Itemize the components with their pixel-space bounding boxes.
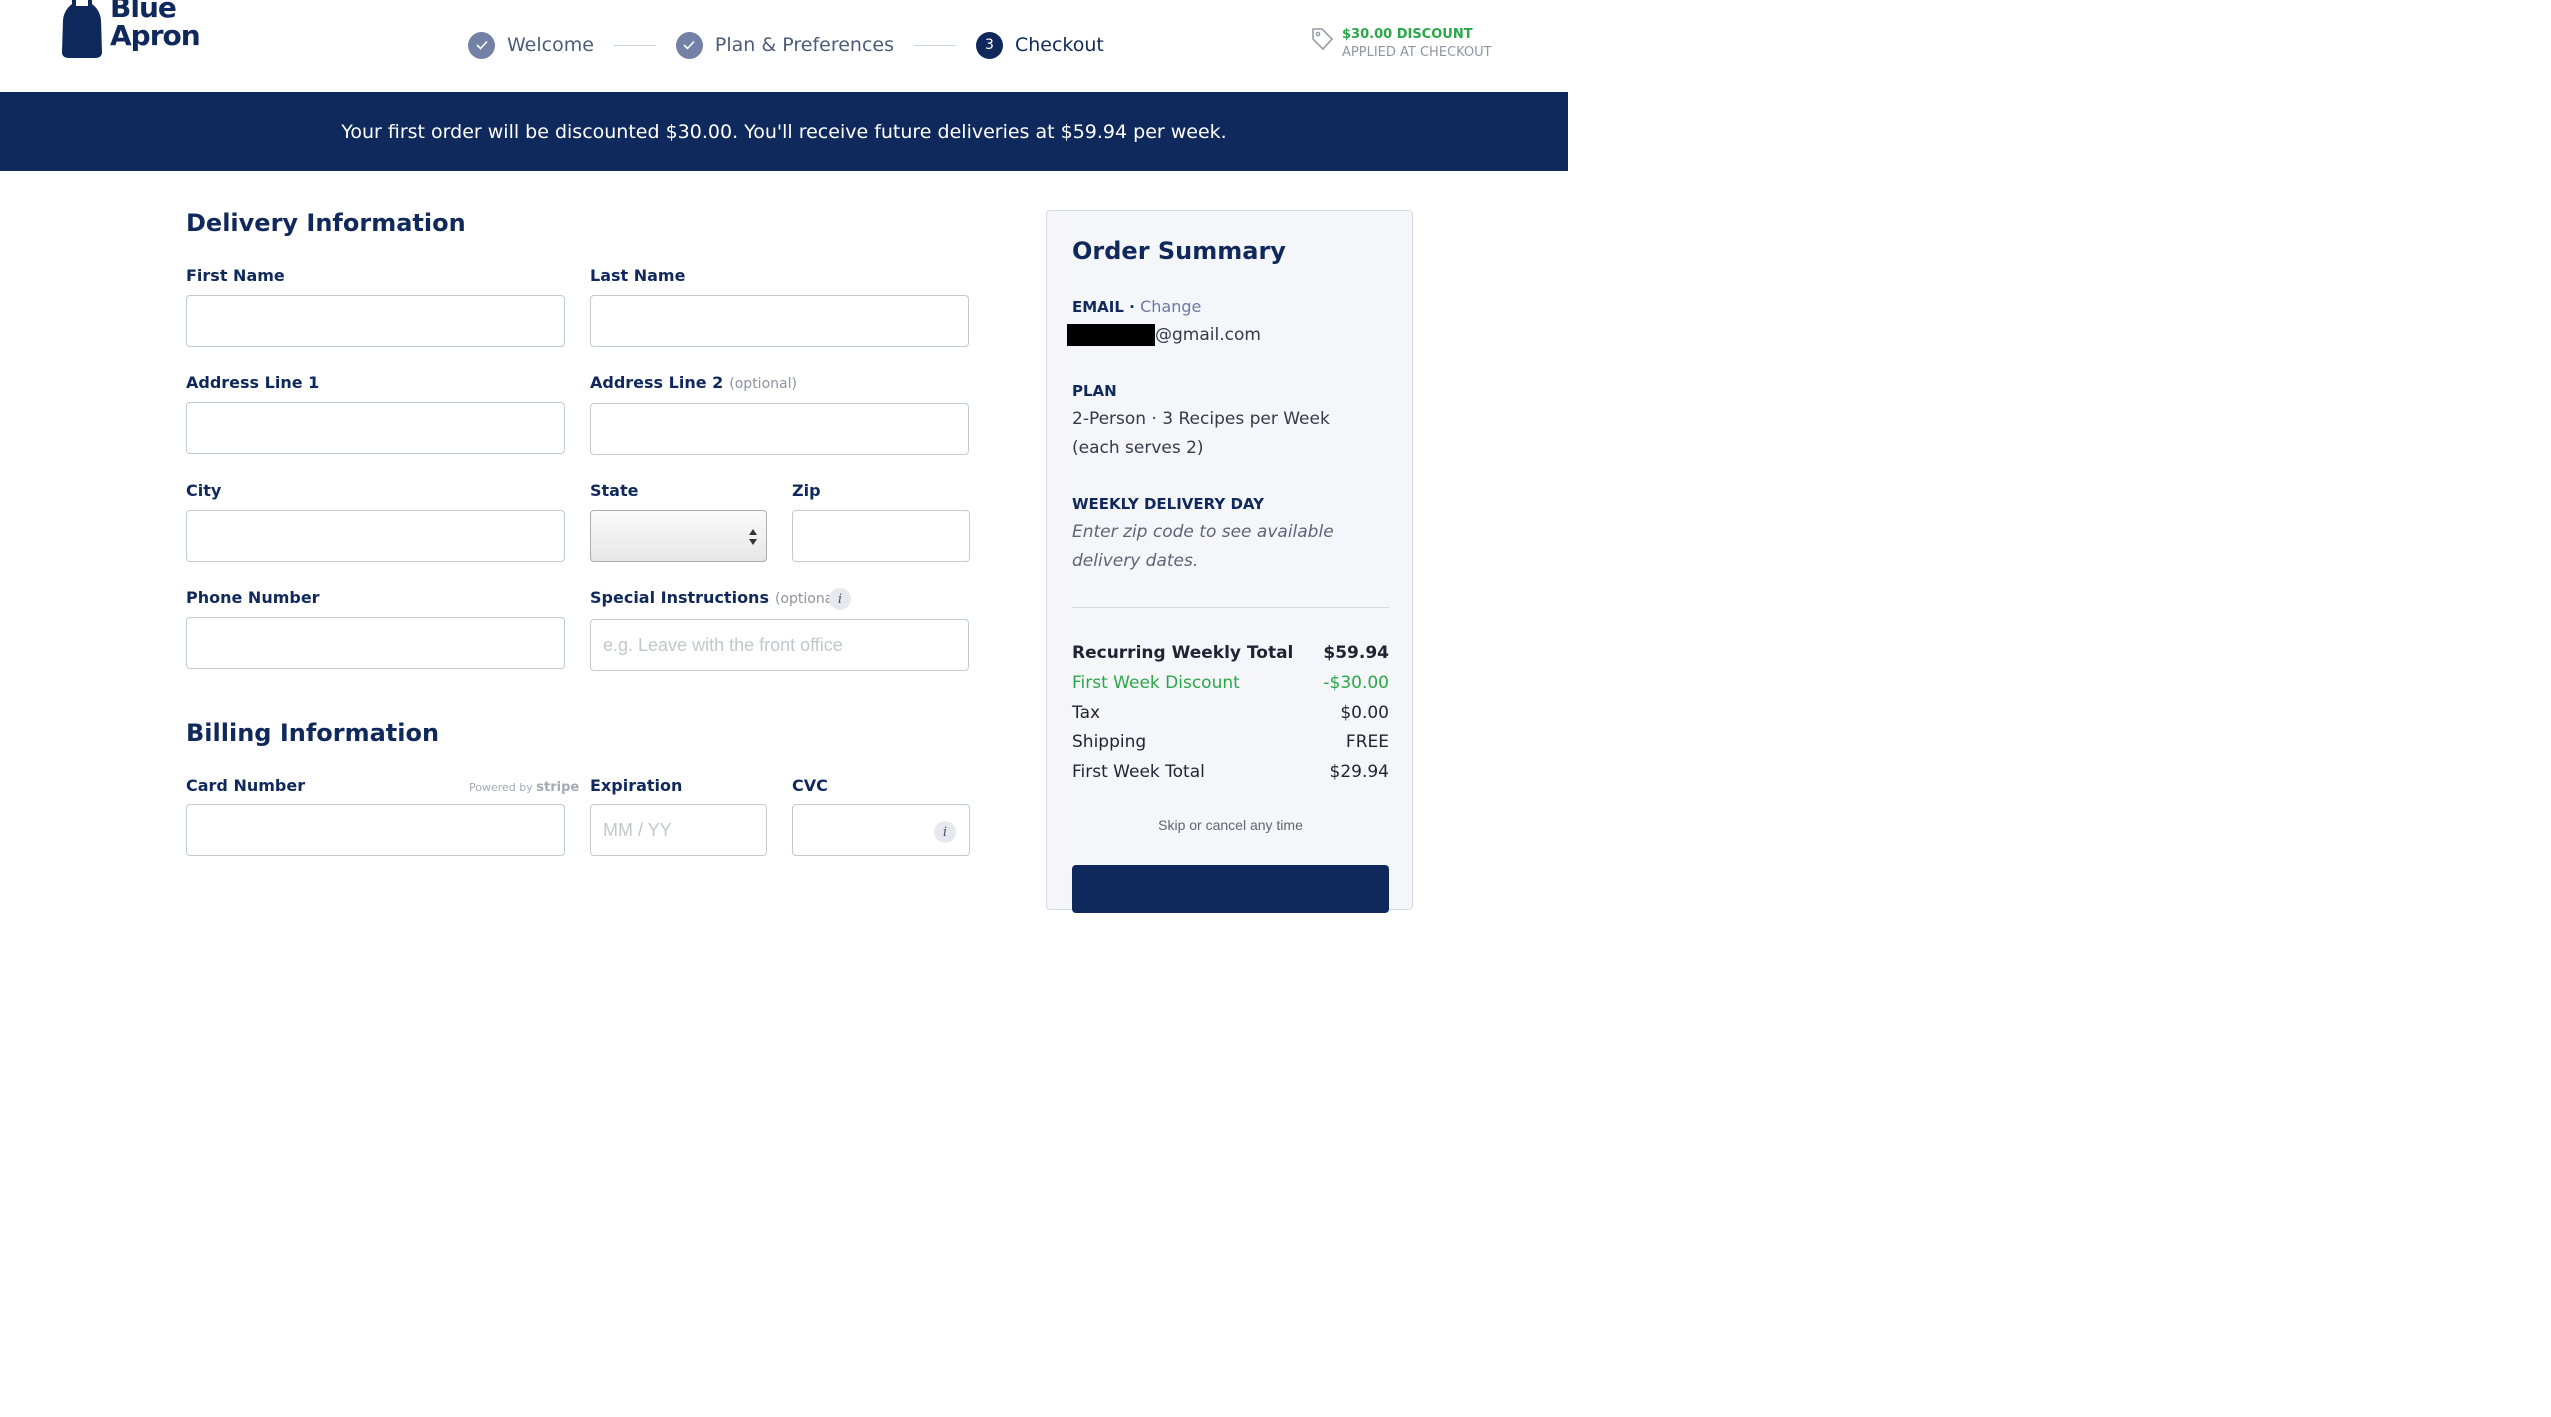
discount-badge: $30.00 DISCOUNT APPLIED AT CHECKOUT: [1310, 26, 1492, 62]
order-summary-title: Order Summary: [1072, 237, 1286, 265]
card-number-label: Card Number: [186, 776, 306, 795]
zip-input[interactable]: [792, 510, 970, 562]
email-label-row: EMAIL · Change: [1072, 297, 1201, 316]
skip-cancel-note: Skip or cancel any time: [1158, 817, 1303, 833]
last-name-input[interactable]: [590, 295, 969, 347]
phone-input[interactable]: [186, 617, 565, 669]
step-divider: [613, 44, 656, 46]
expiration-label: Expiration: [590, 776, 683, 795]
summary-divider: [1072, 607, 1389, 608]
discount-note: APPLIED AT CHECKOUT: [1342, 45, 1492, 60]
last-name-label: Last Name: [590, 266, 686, 285]
summary-row-first-week-total: First Week Total $29.94: [1072, 762, 1389, 782]
step-label: Checkout: [1014, 34, 1104, 56]
zip-label: Zip: [792, 481, 821, 500]
special-instructions-input[interactable]: e.g. Leave with the front office: [590, 619, 969, 671]
special-placeholder: e.g. Leave with the front office: [603, 634, 843, 655]
blue-apron-logo[interactable]: Blue Apron: [60, 0, 201, 60]
address2-label: Address Line 2 (optional): [590, 373, 797, 392]
special-instructions-label: Special Instructions (optional): [590, 588, 843, 607]
state-label: State: [590, 481, 639, 500]
row-value: $29.94: [1329, 762, 1389, 782]
optional-tag: (optional): [729, 376, 797, 392]
powered-by-stripe: Powered by stripe: [469, 780, 579, 795]
row-label: Recurring Weekly Total: [1072, 643, 1294, 663]
row-label: Shipping: [1072, 732, 1147, 752]
delivery-day-value: Enter zip code to see available delivery…: [1072, 522, 1334, 571]
check-icon: [468, 31, 495, 59]
cvc-label: CVC: [792, 776, 828, 795]
step-label: Welcome: [507, 34, 594, 56]
email-separator: ·: [1129, 298, 1135, 316]
address1-label: Address Line 1: [186, 373, 320, 392]
first-name-input[interactable]: [186, 295, 565, 347]
expiration-placeholder: MM / YY: [603, 819, 672, 840]
row-label: First Week Total: [1072, 762, 1205, 782]
info-icon[interactable]: i: [829, 588, 851, 610]
delivery-info-title: Delivery Information: [186, 209, 466, 237]
email-value: @gmail.com: [1067, 321, 1261, 350]
logo-wordmark: Blue Apron: [110, 0, 201, 52]
summary-row-discount: First Week Discount -$30.00: [1072, 673, 1389, 693]
address2-input[interactable]: [590, 403, 969, 455]
row-value: $59.94: [1323, 643, 1389, 663]
plan-value: 2-Person · 3 Recipes per Week (each serv…: [1072, 409, 1330, 458]
step-plan-preferences[interactable]: Plan & Preferences: [675, 31, 894, 59]
header: Blue Apron Welcome Plan & Preferences 3 …: [0, 0, 1568, 92]
discount-banner: Your first order will be discounted $30.…: [0, 92, 1568, 171]
summary-row-tax: Tax $0.00: [1072, 703, 1389, 723]
summary-row-shipping: Shipping FREE: [1072, 732, 1389, 752]
address1-input[interactable]: [186, 402, 565, 454]
powered-by-text: Powered by: [469, 781, 533, 794]
step-welcome[interactable]: Welcome: [468, 31, 594, 59]
row-value: $0.00: [1340, 703, 1389, 723]
row-value: -$30.00: [1323, 673, 1389, 693]
first-name-label: First Name: [186, 266, 285, 285]
special-label-text: Special Instructions: [590, 588, 769, 607]
billing-info-title: Billing Information: [186, 719, 440, 747]
step-number: 3: [975, 31, 1003, 59]
email-label: EMAIL: [1072, 298, 1124, 316]
row-label: Tax: [1072, 703, 1101, 723]
delivery-day-label: WEEKLY DELIVERY DAY: [1072, 495, 1264, 513]
card-number-input[interactable]: [186, 804, 565, 856]
step-checkout: 3 Checkout: [975, 31, 1104, 59]
address2-label-text: Address Line 2: [590, 373, 724, 392]
row-label: First Week Discount: [1072, 673, 1240, 693]
expiration-input[interactable]: MM / YY: [590, 804, 767, 856]
select-arrows-icon: [749, 529, 757, 545]
apron-icon: [62, 0, 102, 58]
step-label: Plan & Preferences: [714, 34, 894, 56]
cvc-info-icon[interactable]: i: [934, 821, 956, 843]
logo-line-2: Apron: [110, 19, 201, 52]
summary-row-recurring: Recurring Weekly Total $59.94: [1072, 643, 1389, 663]
redacted-block: [1067, 324, 1155, 346]
city-input[interactable]: [186, 510, 565, 562]
order-summary: Order Summary EMAIL · Change @gmail.com …: [1046, 210, 1413, 913]
row-value: FREE: [1345, 732, 1389, 752]
city-label: City: [186, 481, 222, 500]
change-email-link[interactable]: Change: [1140, 297, 1201, 316]
state-select[interactable]: [590, 510, 767, 562]
email-domain: @gmail.com: [1155, 325, 1261, 345]
check-icon: [675, 31, 703, 59]
plan-label: PLAN: [1072, 382, 1117, 400]
step-divider: [913, 44, 956, 46]
stripe-logo: stripe: [536, 780, 580, 795]
submit-order-button[interactable]: [1072, 865, 1389, 913]
phone-label: Phone Number: [186, 588, 320, 607]
price-tag-icon: [1312, 28, 1334, 51]
discount-amount: $30.00 DISCOUNT: [1342, 27, 1473, 42]
checkout-progress: Welcome Plan & Preferences 3 Checkout: [468, 30, 1104, 60]
